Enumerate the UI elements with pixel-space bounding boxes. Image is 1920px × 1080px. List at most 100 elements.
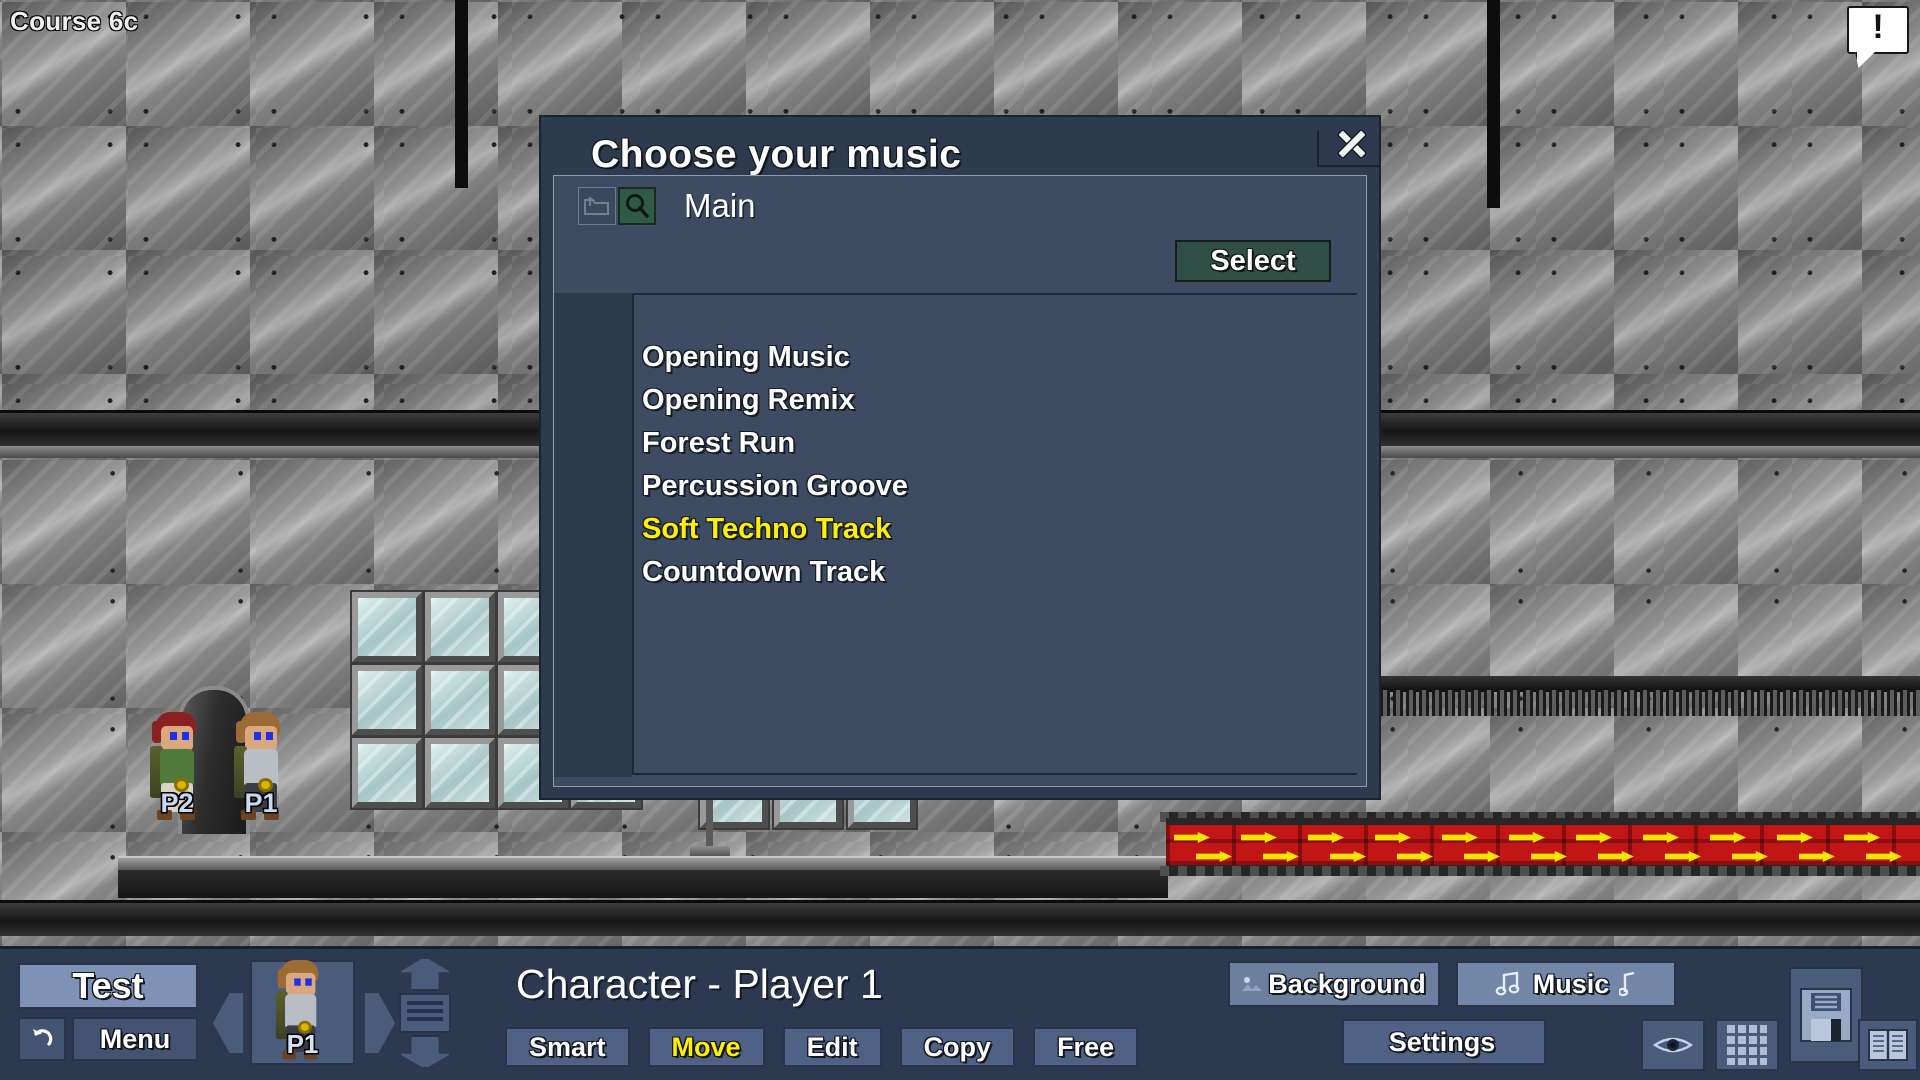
mode-button-label: Copy <box>923 1031 992 1062</box>
up-folder-icon[interactable] <box>578 187 616 225</box>
music-note-icon <box>1619 971 1635 997</box>
course-label: Course 6c <box>10 6 139 36</box>
save-button[interactable] <box>1789 967 1863 1063</box>
conveyor-arrow <box>1397 851 1433 862</box>
mode-button-edit[interactable]: Edit <box>782 1027 882 1067</box>
landscape-icon <box>1242 977 1263 991</box>
conveyor-arrows <box>1166 825 1920 865</box>
track-list-item[interactable]: Countdown Track <box>642 551 1262 594</box>
floppy-save-icon <box>1800 988 1852 1042</box>
conveyor-arrow <box>1442 832 1478 843</box>
conveyor-bottom-edge <box>1160 866 1920 876</box>
dialog-body: Main Select Opening Music Opening Remix Fo… <box>553 175 1367 787</box>
select-button[interactable]: Select <box>1175 240 1331 282</box>
eye <box>170 732 177 740</box>
grid-icon <box>1727 1025 1767 1065</box>
chevron-right-icon[interactable] <box>365 993 395 1053</box>
close-icon[interactable] <box>1333 125 1369 161</box>
search-icon[interactable] <box>618 187 656 225</box>
mode-button-label: Smart <box>529 1031 606 1062</box>
test-button-label: Test <box>72 965 144 1006</box>
mode-button-copy[interactable]: Copy <box>899 1027 1016 1067</box>
player-platform-base <box>118 870 1168 898</box>
glass-block <box>350 663 424 737</box>
track-list-item[interactable]: Forest Run <box>642 422 1262 465</box>
settings-button[interactable]: Settings <box>1342 1019 1546 1065</box>
alert-bubble-icon[interactable]: ! <box>1847 6 1909 68</box>
editor-toolbar: Test Menu P1 Character - Player 1 Smart … <box>0 946 1920 1080</box>
conveyor-arrow <box>1643 832 1679 843</box>
music-chooser-dialog: Choose your music Main Select Opening Mu… <box>539 115 1381 800</box>
eye-icon <box>1653 1037 1693 1053</box>
conveyor-arrow <box>1196 851 1232 862</box>
track-list-item[interactable]: Opening Music <box>642 336 1262 379</box>
eye <box>182 732 189 740</box>
eye <box>294 978 301 986</box>
player-tag: P2 <box>160 788 194 818</box>
conveyor-arrow <box>1263 851 1299 862</box>
background-button[interactable]: Background <box>1228 961 1440 1007</box>
mode-button-label: Free <box>1057 1031 1115 1062</box>
wall-pillar <box>1487 0 1500 208</box>
alert-bubble-text: ! <box>1872 8 1884 46</box>
conveyor-arrow <box>1464 851 1500 862</box>
mode-button-label: Edit <box>806 1031 858 1062</box>
mode-button-free[interactable]: Free <box>1033 1027 1139 1067</box>
layer-lines <box>407 1001 443 1025</box>
test-button[interactable]: Test <box>18 963 198 1009</box>
music-button-label: Music <box>1532 968 1610 999</box>
conveyor-arrow <box>1598 851 1634 862</box>
track-list-item[interactable]: Soft Techno Track <box>642 508 1262 551</box>
wrench-icon <box>1511 1032 1522 1052</box>
character-portrait[interactable]: P1 <box>250 960 355 1065</box>
wrench-icon <box>1361 1033 1371 1051</box>
player-tag: P1 <box>244 788 278 818</box>
glass-block <box>423 590 497 664</box>
path-bar: Main <box>578 186 756 226</box>
eye <box>254 732 261 740</box>
player-sprite-p1: P1 <box>232 712 290 822</box>
eye-button[interactable] <box>1641 1019 1705 1071</box>
glass-block <box>350 590 424 664</box>
mode-button-move[interactable]: Move <box>647 1027 765 1067</box>
page-title: Character - Player 1 <box>516 961 883 1007</box>
mode-button-row: Smart Move Edit Copy Free <box>505 1027 1139 1067</box>
music-button[interactable]: Music <box>1456 961 1676 1007</box>
conveyor-arrow <box>1777 832 1813 843</box>
player-sprite-p2: P2 <box>148 712 206 822</box>
book-button[interactable] <box>1858 1019 1918 1071</box>
mode-button-smart[interactable]: Smart <box>505 1027 630 1067</box>
portrait-tag: P1 <box>286 1029 319 1059</box>
menu-button-label: Menu <box>99 1023 171 1054</box>
conveyor-arrow <box>1375 832 1411 843</box>
track-list-item[interactable]: Opening Remix <box>642 379 1262 422</box>
list-gutter <box>554 293 632 777</box>
background-button-label: Background <box>1268 968 1426 999</box>
lower-floor-band <box>0 900 1920 936</box>
conveyor-arrow <box>1732 851 1768 862</box>
music-notes-icon <box>1495 971 1520 996</box>
select-button-label: Select <box>1210 244 1296 277</box>
menu-button[interactable]: Menu <box>72 1017 198 1061</box>
layer-down-button[interactable] <box>399 1035 451 1069</box>
layer-stack-icon[interactable] <box>396 957 454 1069</box>
conveyor-arrow <box>1531 851 1567 862</box>
dialog-title: Choose your music <box>591 133 962 176</box>
wall-pillar <box>455 0 468 188</box>
grid-button[interactable] <box>1715 1019 1779 1071</box>
conveyor-belt <box>1166 818 1920 872</box>
undo-button[interactable] <box>18 1017 66 1061</box>
conveyor-arrow <box>1799 851 1835 862</box>
current-path: Main <box>684 187 756 224</box>
spike-hazard <box>1380 690 1920 716</box>
conveyor-arrow <box>1844 832 1880 843</box>
layer-up-button[interactable] <box>399 957 451 991</box>
eye <box>266 732 273 740</box>
mode-button-label: Move <box>671 1031 741 1062</box>
conveyor-arrow <box>1665 851 1701 862</box>
book-icon <box>1868 1029 1908 1061</box>
track-list-item[interactable]: Percussion Groove <box>642 465 1262 508</box>
glass-block <box>350 736 424 810</box>
conveyor-arrow <box>1866 851 1902 862</box>
chevron-left-icon[interactable] <box>213 993 243 1053</box>
